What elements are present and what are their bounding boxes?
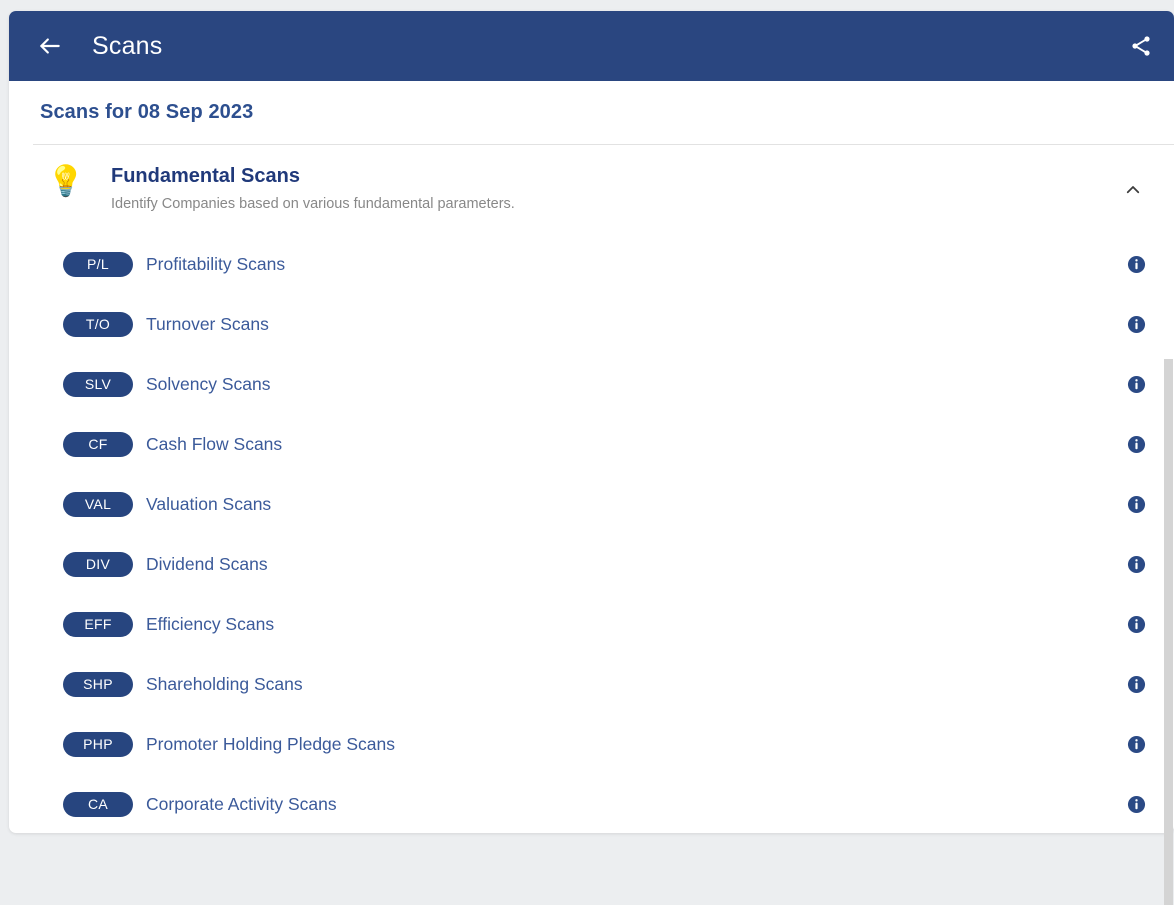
info-icon[interactable]	[1127, 615, 1146, 634]
scan-row[interactable]: VAL Valuation Scans	[9, 474, 1174, 534]
scan-code-badge: EFF	[63, 612, 133, 637]
share-icon[interactable]	[1126, 31, 1156, 61]
page-title: Scans	[92, 32, 162, 61]
scan-code-badge: SLV	[63, 372, 133, 397]
scan-code-badge: DIV	[63, 552, 133, 577]
scan-list: P/L Profitability Scans T/O Turnover Sca…	[9, 234, 1174, 833]
scan-row[interactable]: CA Corporate Activity Scans	[9, 774, 1174, 833]
scan-row[interactable]: SLV Solvency Scans	[9, 354, 1174, 414]
scan-row[interactable]: PHP Promoter Holding Pledge Scans	[9, 714, 1174, 774]
scans-card: Scans Scans for 08 Sep 2023 💡 Fundamenta…	[9, 11, 1174, 833]
scan-label: Shareholding Scans	[146, 674, 303, 695]
info-icon[interactable]	[1127, 435, 1146, 454]
info-icon[interactable]	[1127, 555, 1146, 574]
scrollbar-track[interactable]	[1164, 144, 1174, 850]
scan-label: Turnover Scans	[146, 314, 269, 335]
app-bar: Scans	[9, 11, 1174, 81]
info-icon[interactable]	[1127, 795, 1146, 814]
info-icon[interactable]	[1127, 675, 1146, 694]
info-icon[interactable]	[1127, 315, 1146, 334]
scan-label: Efficiency Scans	[146, 614, 274, 635]
chevron-up-icon[interactable]	[1122, 179, 1144, 201]
scan-code-badge: PHP	[63, 732, 133, 757]
scan-label: Solvency Scans	[146, 374, 271, 395]
info-icon[interactable]	[1127, 375, 1146, 394]
scan-row[interactable]: SHP Shareholding Scans	[9, 654, 1174, 714]
scan-label: Cash Flow Scans	[146, 434, 282, 455]
lightbulb-icon: 💡	[47, 165, 85, 199]
scan-label: Dividend Scans	[146, 554, 268, 575]
scan-code-badge: CA	[63, 792, 133, 817]
scan-code-badge: VAL	[63, 492, 133, 517]
section-subtitle: Identify Companies based on various fund…	[111, 193, 1144, 215]
scan-label: Corporate Activity Scans	[146, 794, 337, 815]
scan-row[interactable]: P/L Profitability Scans	[9, 234, 1174, 294]
date-header-label: Scans for 08 Sep 2023	[40, 101, 253, 124]
scan-row[interactable]: CF Cash Flow Scans	[9, 414, 1174, 474]
scan-code-badge: SHP	[63, 672, 133, 697]
info-icon[interactable]	[1127, 735, 1146, 754]
scan-code-badge: T/O	[63, 312, 133, 337]
section-text-group: Fundamental Scans Identify Companies bas…	[111, 163, 1144, 215]
info-icon[interactable]	[1127, 255, 1146, 274]
date-header: Scans for 08 Sep 2023	[9, 81, 1174, 144]
info-icon[interactable]	[1127, 495, 1146, 514]
scrollbar-thumb[interactable]	[1164, 359, 1173, 905]
scan-label: Profitability Scans	[146, 254, 285, 275]
scan-code-badge: P/L	[63, 252, 133, 277]
scan-label: Promoter Holding Pledge Scans	[146, 734, 395, 755]
scan-row[interactable]: T/O Turnover Scans	[9, 294, 1174, 354]
scan-label: Valuation Scans	[146, 494, 271, 515]
scan-row[interactable]: EFF Efficiency Scans	[9, 594, 1174, 654]
section-title: Fundamental Scans	[111, 163, 1144, 189]
arrow-left-icon[interactable]	[35, 31, 65, 61]
scan-code-badge: CF	[63, 432, 133, 457]
section-header[interactable]: 💡 Fundamental Scans Identify Companies b…	[9, 163, 1174, 215]
scan-row[interactable]: DIV Dividend Scans	[9, 534, 1174, 594]
fundamental-scans-section: 💡 Fundamental Scans Identify Companies b…	[9, 145, 1174, 833]
